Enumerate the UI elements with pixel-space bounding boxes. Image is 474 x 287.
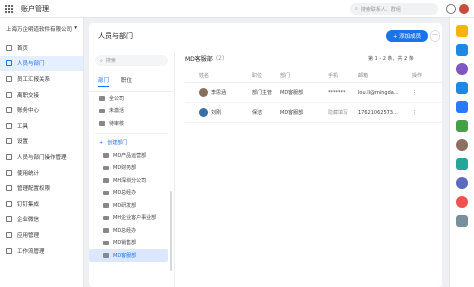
tree-item-dept[interactable]: MH企业客户事业部 xyxy=(89,212,174,225)
tree-item-dept[interactable]: MH深圳分公司 xyxy=(89,174,174,187)
divider xyxy=(95,132,168,134)
add-member-button[interactable]: + 添加成员 xyxy=(386,30,428,42)
contacts-icon[interactable] xyxy=(456,44,468,56)
apps-icon xyxy=(6,231,12,238)
sidebar-item-handover[interactable]: 离职交接 xyxy=(0,87,83,103)
sidebar-item-stats[interactable]: 使用统计 xyxy=(0,165,83,181)
tree-item-all[interactable]: 全公司 xyxy=(89,92,174,105)
folder-icon xyxy=(103,190,109,195)
page-title: 人员与部门 xyxy=(98,32,133,40)
avatar[interactable] xyxy=(456,63,468,75)
chart-icon xyxy=(6,169,12,176)
tab-positions[interactable]: 职位 xyxy=(121,76,132,87)
search-icon: ⌕ xyxy=(355,6,358,12)
create-department-button[interactable]: + 创建部门 xyxy=(89,137,174,150)
search-icon: ⌕ xyxy=(100,57,103,64)
search-input[interactable]: ⌕ 搜索联系人、群组 xyxy=(350,3,438,15)
sidebar: 上海万企明道软件有限公司 ▾ 首页 人员与部门 员工汇报关系 离职交接 账务中心… xyxy=(0,18,84,287)
workflow-icon xyxy=(6,247,12,254)
tree-search-input[interactable]: ⌕ 搜索 xyxy=(95,55,168,66)
home-icon xyxy=(6,44,12,51)
company-switcher[interactable]: 上海万企明道软件有限公司 ▾ xyxy=(0,18,83,40)
pst-icon[interactable] xyxy=(456,101,468,113)
avatar xyxy=(199,108,208,117)
sidebar-item-members[interactable]: 人员与部门 xyxy=(0,55,83,72)
top-bar: 账户管理 ⌕ 搜索联系人、群组 xyxy=(0,0,474,18)
folder-icon xyxy=(103,165,109,170)
pagination: 第 1 - 2 条，共 2 条 xyxy=(368,56,414,62)
sidebar-item-settings[interactable]: 设置 xyxy=(0,134,83,150)
sidebar-item-wecom[interactable]: 企业微信 xyxy=(0,212,83,228)
tree-item-pending[interactable]: 待审核 xyxy=(89,117,174,130)
billing-icon xyxy=(6,107,12,114)
tree-scrollbar[interactable] xyxy=(170,191,172,271)
users-icon xyxy=(6,60,12,67)
avatar xyxy=(199,88,208,97)
department-tree: ⌕ 搜索 部门 职位 全公司 未激活 待审核 + 创建部门 MD产品运营部 MD财… xyxy=(89,51,175,287)
folder-icon xyxy=(103,153,109,158)
org-icon xyxy=(6,75,12,82)
handover-icon xyxy=(6,91,12,98)
tree-item-dept-selected[interactable]: MD客服部 xyxy=(89,249,168,262)
folder-icon xyxy=(103,253,109,258)
avatar[interactable] xyxy=(456,177,468,189)
sidebar-item-billing[interactable]: 账务中心 xyxy=(0,102,83,118)
sidebar-item-apps[interactable]: 应用管理 xyxy=(0,227,83,243)
row-more-icon[interactable]: ⋮ xyxy=(412,110,434,116)
log-icon xyxy=(6,153,12,160)
tree-tabs: 部门 职位 xyxy=(89,70,174,92)
avatar[interactable] xyxy=(456,139,468,151)
tree-item-dept[interactable]: MD总经办 xyxy=(89,187,174,200)
chevron-down-icon: ▾ xyxy=(74,25,77,31)
sidebar-item-member-log[interactable]: 人员与部门操作管理 xyxy=(0,149,83,165)
tree-item-dept[interactable]: MD财务部 xyxy=(89,162,174,175)
gear-icon xyxy=(6,138,12,145)
tree-item-dept[interactable]: MD销售部 xyxy=(89,237,174,250)
company-icon xyxy=(99,96,105,101)
folder-icon xyxy=(103,240,109,245)
main-panel: 人员与部门 + 添加成员 ··· ⌕ 搜索 部门 职位 全公司 未激活 待审核 … xyxy=(89,23,442,287)
chat-icon[interactable] xyxy=(456,82,468,94)
avatar[interactable] xyxy=(456,196,468,208)
notification-icon[interactable] xyxy=(456,25,468,37)
clock-icon xyxy=(99,121,105,126)
table-row[interactable]: 刘刚 保洁 MD客服部 隐藏填写 17621062573... ⋮ xyxy=(185,103,442,123)
help-icon[interactable] xyxy=(446,4,456,14)
user-icon xyxy=(99,108,105,113)
window-title: 账户管理 xyxy=(21,4,49,13)
tree-item-dept[interactable]: MD研发部 xyxy=(89,199,174,212)
app-grid-icon[interactable] xyxy=(5,4,13,13)
tree-item-dept[interactable]: MD总经办 xyxy=(89,224,174,237)
sidebar-item-dingtalk[interactable]: 钉钉集成 xyxy=(0,196,83,212)
group-icon[interactable] xyxy=(456,158,468,170)
folder-icon xyxy=(103,215,109,220)
sidebar-item-tools[interactable]: 工具 xyxy=(0,118,83,134)
right-rail xyxy=(449,18,474,287)
member-list: MD客服部 (2) 第 1 - 2 条，共 2 条 姓名 职位 部门 手机 邮箱… xyxy=(185,51,442,123)
more-button[interactable]: ··· xyxy=(430,30,440,42)
table-header: 姓名 职位 部门 手机 邮箱 操作 xyxy=(185,69,442,83)
app-icon[interactable] xyxy=(456,120,468,132)
avatar[interactable] xyxy=(459,4,469,14)
wecom-icon xyxy=(6,216,12,223)
tools-icon xyxy=(6,122,12,129)
sidebar-item-reporting[interactable]: 员工汇报关系 xyxy=(0,71,83,87)
folder-icon xyxy=(103,178,109,183)
plus-icon: + xyxy=(99,139,104,146)
folder-icon xyxy=(103,203,109,208)
sidebar-item-home[interactable]: 首页 xyxy=(0,40,83,56)
tree-item-inactive[interactable]: 未激活 xyxy=(89,105,174,118)
dingtalk-icon xyxy=(6,200,12,207)
shield-icon xyxy=(6,185,12,192)
tree-item-dept[interactable]: MD产品运营部 xyxy=(89,149,174,162)
robot-icon[interactable] xyxy=(456,215,468,227)
tab-departments[interactable]: 部门 xyxy=(98,76,110,87)
folder-icon xyxy=(103,228,109,233)
table-row[interactable]: 李思涵 部门主管 MD客服部 ******* lou.li@mingda... … xyxy=(185,83,442,103)
sidebar-item-permissions[interactable]: 管理配置权限 xyxy=(0,180,83,196)
row-more-icon[interactable]: ⋮ xyxy=(412,90,434,96)
sidebar-item-workflow[interactable]: 工作流管理 xyxy=(0,243,83,259)
